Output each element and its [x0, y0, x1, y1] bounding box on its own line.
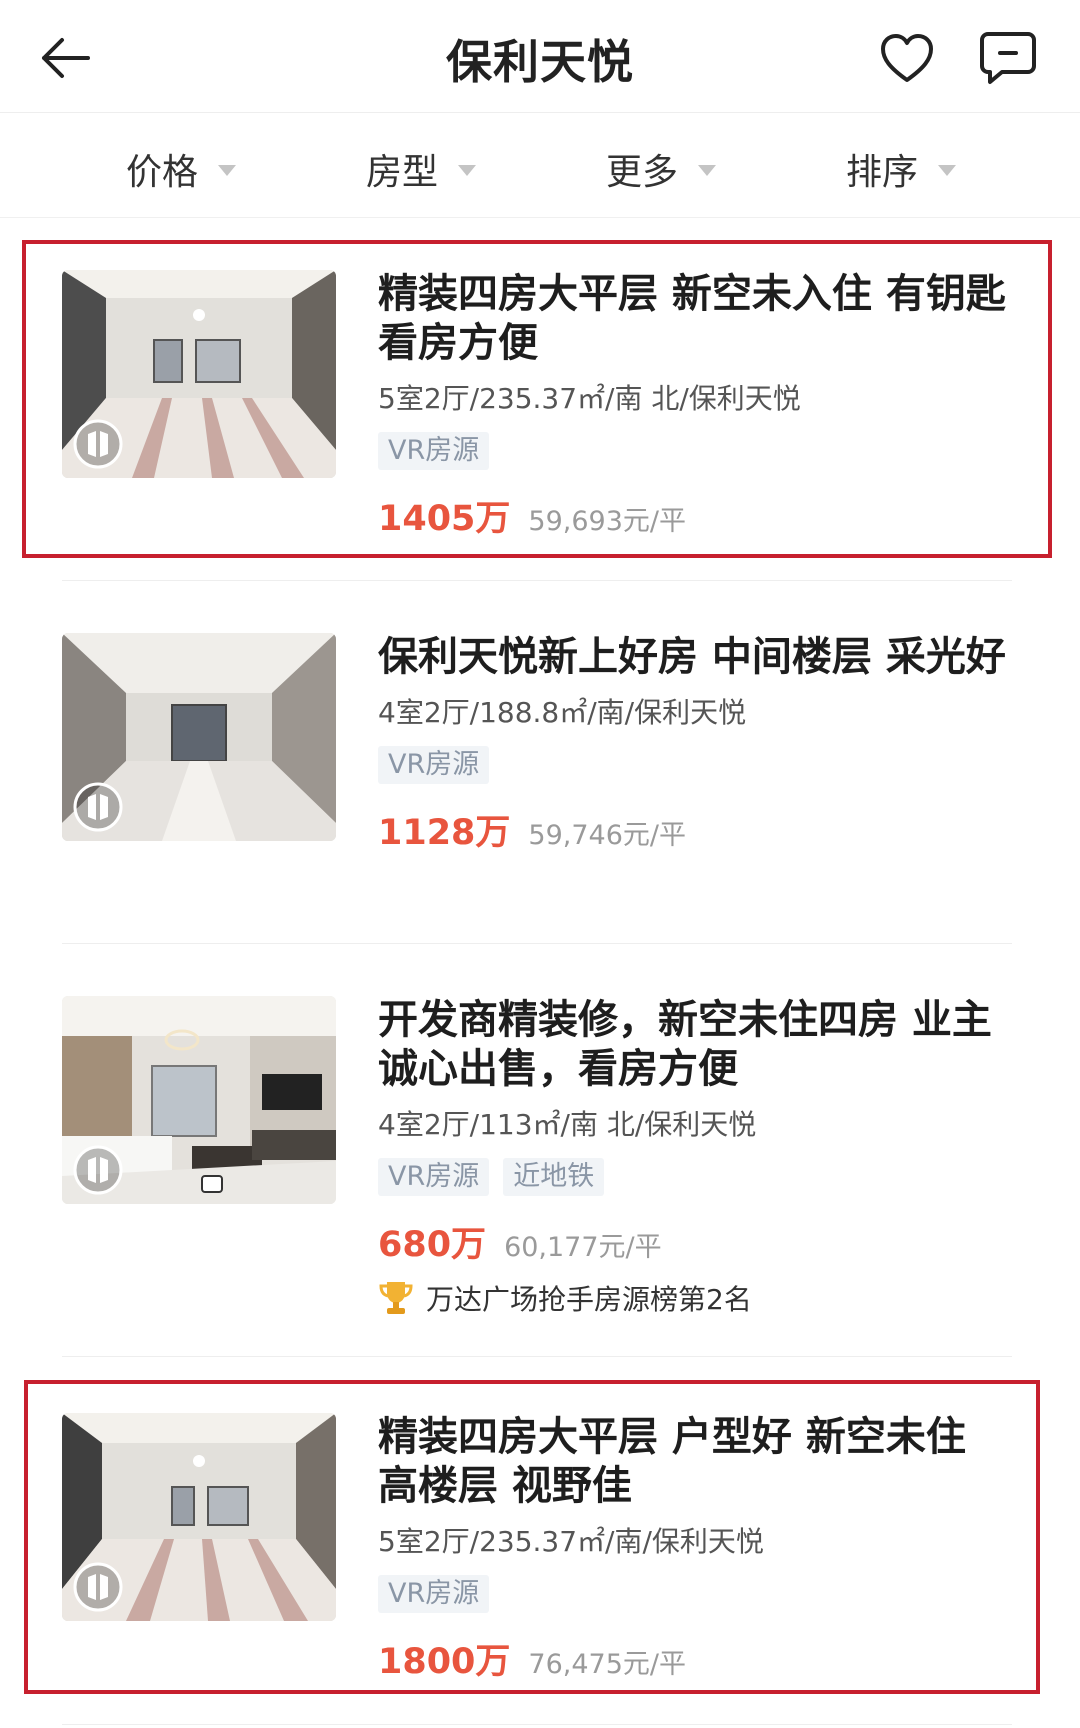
trophy-icon: [379, 1282, 413, 1314]
filter-sort[interactable]: 排序: [846, 143, 957, 193]
filter-more[interactable]: 更多: [606, 143, 717, 193]
divider: [62, 943, 1012, 944]
divider: [62, 580, 1012, 581]
chat-icon: [980, 32, 1036, 84]
divider: [62, 1724, 1012, 1725]
heart-icon: [881, 34, 933, 82]
filter-label: 房型: [366, 152, 439, 193]
caret-down-icon: [938, 164, 957, 176]
filter-bar: 价格 房型 更多 排序: [0, 113, 1080, 218]
ranking-badge: 万达广场抢手房源榜第2名: [378, 1278, 1018, 1318]
listing-unit-price: 60,177元/平: [504, 1232, 662, 1263]
ranking-text: 万达广场抢手房源榜第2名: [426, 1283, 752, 1316]
vr-tag: VR房源: [378, 1158, 490, 1196]
message-button[interactable]: [976, 26, 1040, 90]
filter-label: 更多: [606, 152, 679, 193]
highlight-box: [22, 240, 1052, 558]
vr-play-icon: [73, 782, 123, 832]
filter-layout[interactable]: 房型: [366, 143, 477, 193]
caret-down-icon: [458, 164, 477, 176]
listing-card[interactable]: 保利天悦新上好房 中间楼层 采光好 4室2厅/188.8㎡/南/保利天悦 VR房…: [62, 633, 1012, 893]
listing-unit-price: 59,746元/平: [528, 820, 686, 851]
listing-title: 保利天悦新上好房 中间楼层 采光好: [378, 634, 1006, 680]
caret-down-icon: [218, 164, 237, 176]
metro-tag: 近地铁: [503, 1158, 605, 1196]
filter-price[interactable]: 价格: [126, 143, 237, 193]
filter-label: 排序: [846, 152, 919, 193]
caret-down-icon: [698, 164, 717, 176]
highlight-box: [24, 1380, 1040, 1694]
listing-photo: [62, 996, 336, 1204]
favorite-button[interactable]: [876, 28, 938, 90]
listing-title: 开发商精装修，新空未住四房 业主诚心出售，看房方便: [378, 997, 992, 1092]
listing-price: 680万: [378, 1225, 487, 1265]
listing-price: 1128万: [378, 813, 511, 853]
listing-card[interactable]: 开发商精装修，新空未住四房 业主诚心出售，看房方便 4室2厅/113㎡/南 北/…: [62, 996, 1012, 1316]
filter-label: 价格: [126, 152, 199, 193]
listing-meta: 4室2厅/113㎡/南 北/保利天悦: [378, 1108, 757, 1141]
vr-play-icon: [73, 1145, 123, 1195]
listing-meta: 4室2厅/188.8㎡/南/保利天悦: [378, 696, 747, 729]
top-nav-bar: 保利天悦: [0, 0, 1080, 113]
divider: [62, 1356, 1012, 1357]
listing-photo: [62, 633, 336, 841]
vr-tag: VR房源: [378, 746, 490, 784]
